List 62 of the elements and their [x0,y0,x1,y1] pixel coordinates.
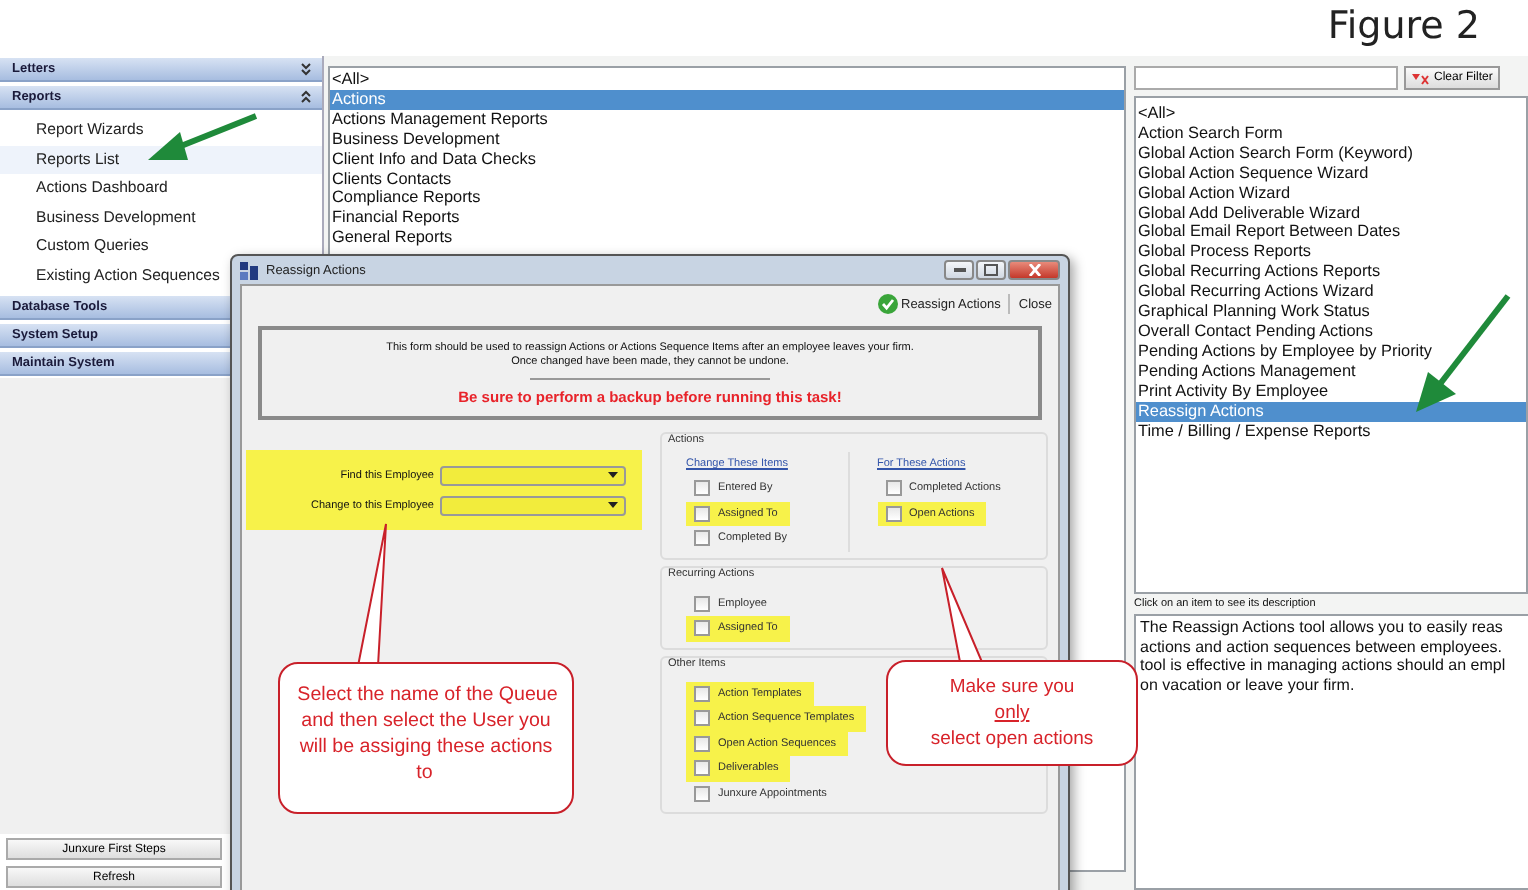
employee-dropdown[interactable] [440,465,626,485]
filter-clear-icon [1412,71,1430,85]
checkbox[interactable] [694,505,710,522]
callout-pointer [356,523,387,667]
category-item[interactable]: Client Info and Data Checks [330,149,1124,170]
checkbox[interactable] [885,505,901,522]
report-item[interactable]: Action Search Form [1136,123,1526,144]
category-item[interactable]: Business Development [330,129,1124,150]
report-item[interactable]: Pending Actions Management [1136,361,1526,382]
report-item[interactable]: <All> [1136,104,1526,124]
category-item[interactable]: Clients Contacts [330,169,1124,189]
checkbox[interactable] [694,620,710,637]
checkbox[interactable] [694,530,710,547]
report-item[interactable]: Print Activity By Employee [1136,381,1526,402]
report-item[interactable]: Global Action Sequence Wizard [1136,163,1526,184]
description-text: tool is effective in managing actions should an empl [1140,656,1508,675]
checkbox[interactable] [694,710,710,727]
dropdown-caret-icon [608,472,618,478]
figure-label: Figure 2 [1327,2,1480,48]
report-item[interactable]: Global Recurring Actions Reports [1136,262,1526,283]
category-item[interactable]: Compliance Reports [330,188,1124,209]
employee-dropdown[interactable] [440,495,626,515]
report-item[interactable]: Global Process Reports [1136,242,1526,263]
maximize-icon [984,264,998,276]
report-item[interactable]: Time / Billing / Expense Reports [1136,421,1526,441]
chevron-icon [300,62,312,76]
category-item[interactable]: Financial Reports [330,208,1124,229]
category-item[interactable]: <All> [330,70,1124,90]
checkbox[interactable] [694,685,710,702]
report-item[interactable]: Global Email Report Between Dates [1136,222,1526,243]
callout-note: Select the name of the Queue and then select the User you will be assiging these actions to [278,662,574,814]
maximize-button[interactable] [976,260,1006,280]
dropdown-caret-icon [608,502,618,508]
description-text: on vacation or leave your firm. [1140,675,1357,694]
report-item[interactable]: Global Add Deliverable Wizard [1136,203,1526,223]
report-item[interactable]: Overall Contact Pending Actions [1136,321,1526,342]
close-icon [1027,264,1041,276]
description-text: actions and action sequences between employees. [1140,637,1505,656]
category-item[interactable]: Actions Management Reports [330,109,1124,130]
checkbox[interactable] [885,480,901,497]
checkbox[interactable] [694,735,710,752]
minimize-button[interactable] [944,260,974,280]
close-button[interactable] [1008,260,1060,280]
checkbox[interactable] [694,760,710,777]
category-item[interactable]: General Reports [330,228,1124,249]
description-text: The Reassign Actions tool allows you to easily reas [1140,618,1505,637]
chevron-icon [300,90,312,104]
report-item[interactable]: Global Recurring Actions Wizard [1136,282,1526,303]
report-item[interactable]: Global Action Search Form (Keyword) [1136,143,1526,164]
filter-field[interactable] [1134,66,1398,90]
checkbox[interactable] [694,480,710,497]
app-icon [240,261,260,279]
minimize-icon [953,268,965,272]
callout-pointer [941,567,984,663]
report-item[interactable]: Global Action Wizard [1136,183,1526,204]
arrow-drawing [148,113,258,160]
report-item[interactable]: Graphical Planning Work Status [1136,302,1526,322]
checkmark-icon [877,294,897,314]
report-item[interactable]: Pending Actions by Employee by Priority [1136,341,1526,362]
checkbox[interactable] [694,595,710,612]
callout-note: Make sure you only select open actions [886,660,1138,766]
checkbox[interactable] [694,785,710,802]
